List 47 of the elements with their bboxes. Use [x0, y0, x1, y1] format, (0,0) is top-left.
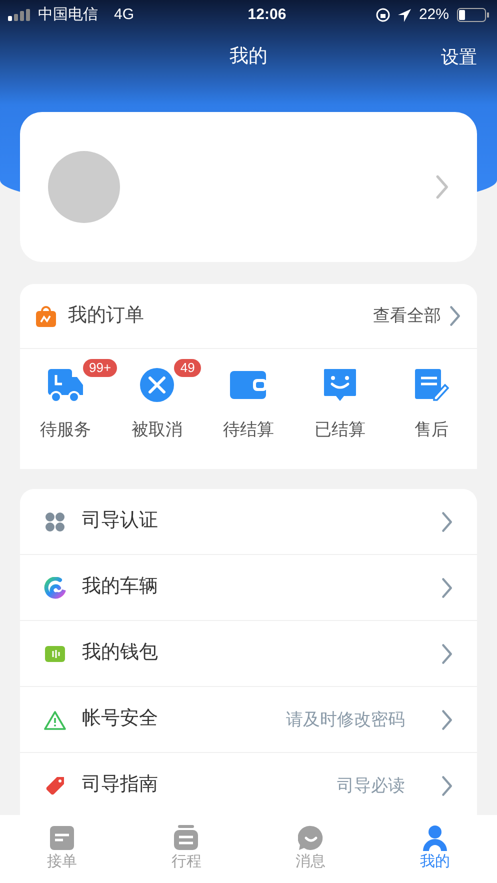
menu-item[interactable]: 我的车辆 — [20, 555, 477, 621]
wallet-icon — [45, 646, 65, 662]
tab-bar-item[interactable]: 我的 — [372, 825, 497, 883]
four-circles-icon — [45, 512, 65, 532]
chevron-right-icon — [440, 642, 453, 664]
close-circle-icon — [139, 367, 176, 403]
carrier-name: 中国电信 — [38, 4, 98, 25]
battery-icon — [456, 8, 489, 22]
menu-hint: 司导必读 — [336, 774, 405, 797]
swirl-icon — [44, 576, 66, 598]
menu-item[interactable]: 我的钱包 — [20, 621, 477, 687]
status-time: 12:06 — [248, 4, 286, 25]
location-arrow-icon — [398, 8, 411, 22]
order-status-button[interactable]: 待结算 — [222, 365, 274, 469]
note-icon — [49, 825, 76, 851]
chevron-right-icon — [440, 774, 453, 796]
orders-title: 我的订单 — [68, 304, 144, 328]
menu-item[interactable]: 司导认证 — [20, 489, 477, 555]
chevron-right-icon — [440, 576, 453, 598]
order-status-button[interactable]: 售后 — [413, 365, 450, 469]
user-icon — [422, 825, 448, 851]
profile-card[interactable] — [20, 112, 477, 262]
settings-button[interactable]: 设置 — [441, 44, 477, 70]
document-pen-icon — [413, 367, 450, 403]
truck-icon — [46, 367, 85, 403]
smile-message-icon — [322, 367, 358, 403]
count-badge: 99+ — [83, 359, 118, 377]
network-type: 4G — [114, 4, 134, 25]
page-title: 我的 — [230, 44, 268, 69]
view-all-link[interactable]: 查看全部 — [372, 303, 461, 329]
count-badge: 49 — [174, 359, 201, 377]
menu-item[interactable]: 帐号安全 请及时修改密码 — [20, 687, 477, 753]
rotation-lock-icon — [376, 8, 390, 22]
menu-hint: 请及时修改密码 — [286, 708, 405, 731]
chat-bubble-icon — [298, 825, 324, 851]
battery-percent: 22% — [418, 4, 449, 25]
chevron-right-icon — [448, 305, 461, 327]
wallet-icon — [229, 369, 268, 401]
chevron-right-icon — [440, 708, 453, 730]
shopping-bag-icon — [36, 305, 56, 327]
chevron-right-icon — [440, 510, 453, 532]
stacked-card-icon — [173, 825, 200, 851]
signal-icon — [8, 9, 30, 21]
tag-icon — [45, 776, 65, 796]
chevron-right-icon — [434, 174, 449, 200]
warning-icon — [44, 710, 66, 730]
order-status-button[interactable]: 已结算 — [314, 365, 366, 469]
